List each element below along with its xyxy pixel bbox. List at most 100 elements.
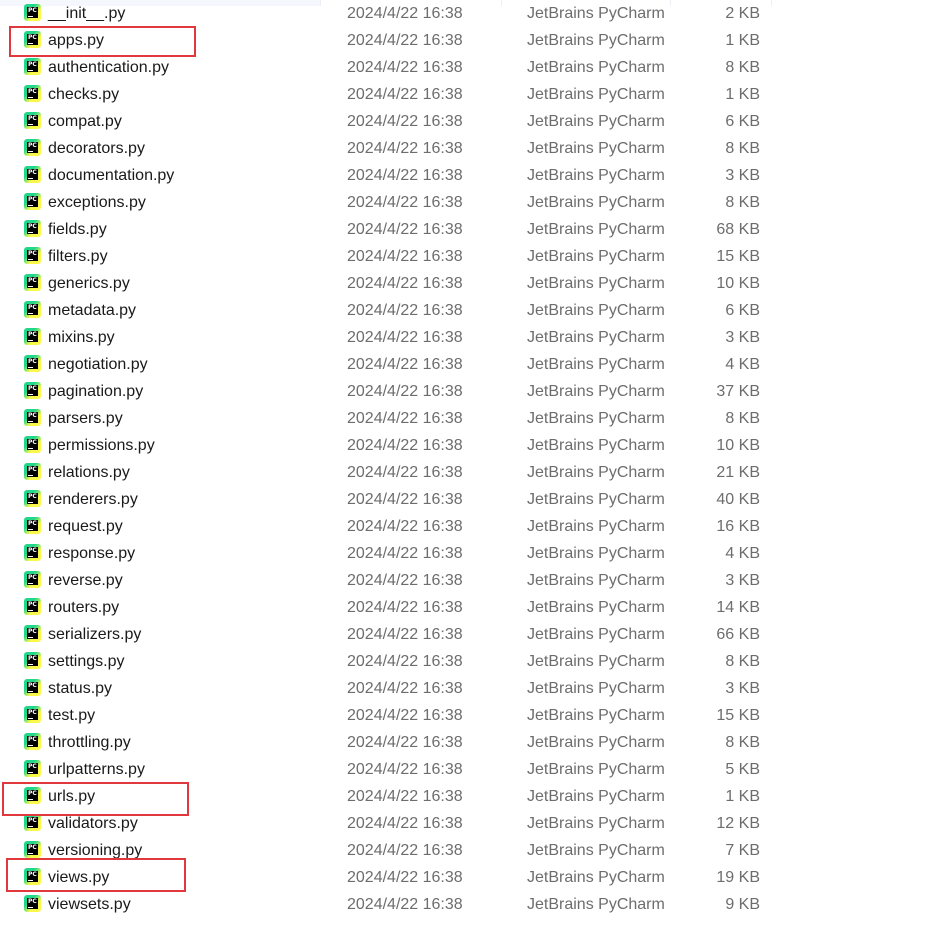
file-row[interactable]: PC routers.py 2024/4/22 16:38 JetBrains PyC… xyxy=(0,595,949,622)
file-row[interactable]: PC parsers.py 2024/4/22 16:38 JetBrains PyC… xyxy=(0,406,949,433)
file-row[interactable]: PC throttling.py 2024/4/22 16:38 JetBrains … xyxy=(0,730,949,757)
file-row[interactable]: PC documentation.py 2024/4/22 16:38 JetBrai… xyxy=(0,163,949,190)
file-row[interactable]: PC urlpatterns.py 2024/4/22 16:38 JetBrains… xyxy=(0,757,949,784)
file-name[interactable]: urls.py xyxy=(48,787,95,807)
file-name[interactable]: test.py xyxy=(48,706,95,726)
file-row[interactable]: PC __init__.py 2024/4/22 16:38 JetBrains Py… xyxy=(0,1,949,28)
file-row[interactable]: PC urls.py 2024/4/22 16:38 JetBrains PyChar… xyxy=(0,784,949,811)
pycharm-file-icon: PC xyxy=(24,112,41,129)
file-type: JetBrains PyCharm xyxy=(527,437,665,454)
file-name[interactable]: filters.py xyxy=(48,247,108,267)
file-name[interactable]: serializers.py xyxy=(48,625,141,645)
file-date-modified: 2024/4/22 16:38 xyxy=(347,32,463,49)
pycharm-icon-label: PC xyxy=(27,709,38,720)
file-row[interactable]: PC permissions.py 2024/4/22 16:38 JetBrains… xyxy=(0,433,949,460)
file-row[interactable]: PC test.py 2024/4/22 16:38 JetBrains PyChar… xyxy=(0,703,949,730)
file-row[interactable]: PC request.py 2024/4/22 16:38 JetBrains PyC… xyxy=(0,514,949,541)
file-name[interactable]: checks.py xyxy=(48,85,119,105)
file-name[interactable]: reverse.py xyxy=(48,571,123,591)
file-row[interactable]: PC authentication.py 2024/4/22 16:38 JetBra… xyxy=(0,55,949,82)
file-name[interactable]: viewsets.py xyxy=(48,895,131,915)
file-size: 37 KB xyxy=(716,383,760,400)
pycharm-icon-label: PC xyxy=(27,7,38,18)
file-row[interactable]: PC status.py 2024/4/22 16:38 JetBrains PyCh… xyxy=(0,676,949,703)
file-row[interactable]: PC viewsets.py 2024/4/22 16:38 JetBrains Py… xyxy=(0,892,949,919)
file-row[interactable]: PC views.py 2024/4/22 16:38 JetBrains PyCha… xyxy=(0,865,949,892)
file-name[interactable]: status.py xyxy=(48,679,112,699)
file-name[interactable]: metadata.py xyxy=(48,301,136,321)
file-name[interactable]: renderers.py xyxy=(48,490,138,510)
file-name[interactable]: decorators.py xyxy=(48,139,145,159)
pycharm-file-icon: PC xyxy=(24,463,41,480)
file-name[interactable]: response.py xyxy=(48,544,135,564)
file-name[interactable]: throttling.py xyxy=(48,733,131,753)
file-row[interactable]: PC reverse.py 2024/4/22 16:38 JetBrains PyC… xyxy=(0,568,949,595)
pycharm-file-icon: PC xyxy=(24,355,41,372)
file-name[interactable]: permissions.py xyxy=(48,436,155,456)
pycharm-file-icon: PC xyxy=(24,436,41,453)
pycharm-icon-label: PC xyxy=(27,763,38,774)
file-row[interactable]: PC checks.py 2024/4/22 16:38 JetBrains PyCh… xyxy=(0,82,949,109)
file-name[interactable]: routers.py xyxy=(48,598,119,618)
pycharm-file-icon: PC xyxy=(24,544,41,561)
file-size: 7 KB xyxy=(725,842,760,859)
file-row[interactable]: PC relations.py 2024/4/22 16:38 JetBrains P… xyxy=(0,460,949,487)
file-row[interactable]: PC filters.py 2024/4/22 16:38 JetBrains PyC… xyxy=(0,244,949,271)
file-name[interactable]: apps.py xyxy=(48,31,104,51)
file-size: 8 KB xyxy=(725,140,760,157)
file-row[interactable]: PC response.py 2024/4/22 16:38 JetBrains Py… xyxy=(0,541,949,568)
file-row[interactable]: PC settings.py 2024/4/22 16:38 JetBrains Py… xyxy=(0,649,949,676)
file-row[interactable]: PC apps.py 2024/4/22 16:38 JetBrains PyChar… xyxy=(0,28,949,55)
pycharm-icon-label: PC xyxy=(27,574,38,585)
file-size: 3 KB xyxy=(725,572,760,589)
file-name[interactable]: views.py xyxy=(48,868,109,888)
file-size: 4 KB xyxy=(725,356,760,373)
file-size: 16 KB xyxy=(716,518,760,535)
file-name[interactable]: fields.py xyxy=(48,220,107,240)
file-row[interactable]: PC pagination.py 2024/4/22 16:38 JetBrains … xyxy=(0,379,949,406)
file-name[interactable]: request.py xyxy=(48,517,123,537)
file-date-modified: 2024/4/22 16:38 xyxy=(347,518,463,535)
file-name[interactable]: settings.py xyxy=(48,652,124,672)
file-name[interactable]: mixins.py xyxy=(48,328,115,348)
file-date-modified: 2024/4/22 16:38 xyxy=(347,491,463,508)
file-row[interactable]: PC metadata.py 2024/4/22 16:38 JetBrains Py… xyxy=(0,298,949,325)
file-row[interactable]: PC serializers.py 2024/4/22 16:38 JetBrains… xyxy=(0,622,949,649)
file-row[interactable]: PC renderers.py 2024/4/22 16:38 JetBrains P… xyxy=(0,487,949,514)
file-type: JetBrains PyCharm xyxy=(527,167,665,184)
file-name[interactable]: parsers.py xyxy=(48,409,123,429)
file-row[interactable]: PC negotiation.py 2024/4/22 16:38 JetBrains… xyxy=(0,352,949,379)
file-date-modified: 2024/4/22 16:38 xyxy=(347,653,463,670)
file-size: 8 KB xyxy=(725,410,760,427)
file-name[interactable]: versioning.py xyxy=(48,841,142,861)
file-name[interactable]: pagination.py xyxy=(48,382,143,402)
file-name[interactable]: __init__.py xyxy=(48,4,125,24)
file-name[interactable]: documentation.py xyxy=(48,166,174,186)
pycharm-icon-label: PC xyxy=(27,898,38,909)
file-row[interactable]: PC exceptions.py 2024/4/22 16:38 JetBrains … xyxy=(0,190,949,217)
file-name[interactable]: urlpatterns.py xyxy=(48,760,145,780)
file-row[interactable]: PC compat.py 2024/4/22 16:38 JetBrains PyCh… xyxy=(0,109,949,136)
file-row[interactable]: PC fields.py 2024/4/22 16:38 JetBrains PyCh… xyxy=(0,217,949,244)
file-name[interactable]: validators.py xyxy=(48,814,138,834)
file-type: JetBrains PyCharm xyxy=(527,329,665,346)
file-row[interactable]: PC versioning.py 2024/4/22 16:38 JetBrains … xyxy=(0,838,949,865)
file-date-modified: 2024/4/22 16:38 xyxy=(347,599,463,616)
pycharm-file-icon: PC xyxy=(24,598,41,615)
file-type: JetBrains PyCharm xyxy=(527,680,665,697)
pycharm-icon-label: PC xyxy=(27,304,38,315)
pycharm-icon-label: PC xyxy=(27,358,38,369)
file-name[interactable]: exceptions.py xyxy=(48,193,146,213)
pycharm-file-icon: PC xyxy=(24,31,41,48)
file-name[interactable]: compat.py xyxy=(48,112,122,132)
file-name[interactable]: authentication.py xyxy=(48,58,169,78)
file-date-modified: 2024/4/22 16:38 xyxy=(347,59,463,76)
file-row[interactable]: PC mixins.py 2024/4/22 16:38 JetBrains PyCh… xyxy=(0,325,949,352)
file-name[interactable]: generics.py xyxy=(48,274,130,294)
file-date-modified: 2024/4/22 16:38 xyxy=(347,167,463,184)
file-name[interactable]: relations.py xyxy=(48,463,130,483)
file-row[interactable]: PC validators.py 2024/4/22 16:38 JetBrains … xyxy=(0,811,949,838)
file-name[interactable]: negotiation.py xyxy=(48,355,148,375)
file-row[interactable]: PC generics.py 2024/4/22 16:38 JetBrains Py… xyxy=(0,271,949,298)
file-row[interactable]: PC decorators.py 2024/4/22 16:38 JetBrains … xyxy=(0,136,949,163)
